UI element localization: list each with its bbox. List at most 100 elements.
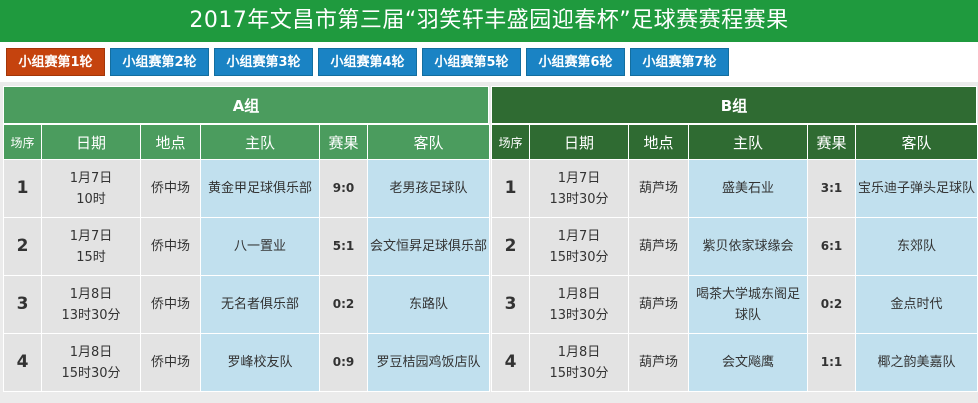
table-row: 3 1月8日 13时30分 葫芦场 喝茶大学城东阁足球队 0:2 金点时代 [491, 275, 978, 334]
match-score: 9:0 [319, 159, 368, 218]
col-venue: 地点 [140, 124, 201, 160]
group-a-table: 场序 日期 地点 主队 赛果 客队 1 1月7日 10时 侨中场 黄金甲足球俱乐部… [3, 124, 490, 392]
home-team: 八一置业 [200, 217, 320, 276]
page-title: 2017年文昌市第三届“羽笑轩丰盛园迎春杯”足球赛赛程赛果 [0, 0, 978, 42]
match-date: 1月7日 [557, 228, 601, 244]
match-score: 3:1 [807, 159, 856, 218]
match-time: 15时30分 [549, 249, 609, 265]
col-date: 日期 [41, 124, 141, 160]
tab-round-7[interactable]: 小组赛第7轮 [630, 48, 729, 76]
home-team: 无名者俱乐部 [200, 275, 320, 334]
match-date: 1月7日 [69, 170, 113, 186]
group-b-title: B组 [491, 86, 977, 124]
match-time: 15时30分 [549, 365, 609, 381]
match-seq: 4 [3, 333, 42, 392]
group-b-table: 场序 日期 地点 主队 赛果 客队 1 1月7日 13时30分 葫芦场 盛美石业 … [491, 124, 978, 392]
table-row: 2 1月7日 15时 侨中场 八一置业 5:1 会文恒昇足球俱乐部 [3, 217, 490, 276]
match-score: 0:2 [319, 275, 368, 334]
schedule-page: 2017年文昌市第三届“羽笑轩丰盛园迎春杯”足球赛赛程赛果 小组赛第1轮 小组赛… [0, 0, 978, 403]
match-score: 6:1 [807, 217, 856, 276]
tab-round-2[interactable]: 小组赛第2轮 [110, 48, 209, 76]
table-row: 1 1月7日 10时 侨中场 黄金甲足球俱乐部 9:0 老男孩足球队 [3, 159, 490, 218]
match-seq: 3 [491, 275, 530, 334]
home-team: 黄金甲足球俱乐部 [200, 159, 320, 218]
col-venue: 地点 [628, 124, 689, 160]
match-time: 13时30分 [61, 307, 121, 323]
match-date: 1月7日 [557, 170, 601, 186]
col-score: 赛果 [807, 124, 856, 160]
col-home: 主队 [688, 124, 808, 160]
col-home: 主队 [200, 124, 320, 160]
match-seq: 4 [491, 333, 530, 392]
away-team: 罗豆桔园鸡饭店队 [367, 333, 490, 392]
col-date: 日期 [529, 124, 629, 160]
away-team: 椰之韵美嘉队 [855, 333, 978, 392]
away-team: 会文恒昇足球俱乐部 [367, 217, 490, 276]
tab-round-3[interactable]: 小组赛第3轮 [214, 48, 313, 76]
match-score: 1:1 [807, 333, 856, 392]
match-seq: 2 [3, 217, 42, 276]
away-team: 金点时代 [855, 275, 978, 334]
home-team: 喝茶大学城东阁足球队 [688, 275, 808, 334]
away-team: 老男孩足球队 [367, 159, 490, 218]
home-team: 罗峰校友队 [200, 333, 320, 392]
col-away: 客队 [855, 124, 978, 160]
match-datetime: 1月7日 15时 [41, 217, 141, 276]
match-datetime: 1月8日 15时30分 [41, 333, 141, 392]
tab-round-4[interactable]: 小组赛第4轮 [318, 48, 417, 76]
match-seq: 3 [3, 275, 42, 334]
match-datetime: 1月8日 13时30分 [529, 275, 629, 334]
table-header-row: 场序 日期 地点 主队 赛果 客队 [3, 124, 490, 160]
away-team: 东路队 [367, 275, 490, 334]
match-date: 1月7日 [69, 228, 113, 244]
match-venue: 葫芦场 [628, 333, 689, 392]
match-score: 5:1 [319, 217, 368, 276]
match-date: 1月8日 [69, 286, 113, 302]
match-seq: 1 [3, 159, 42, 218]
match-datetime: 1月7日 10时 [41, 159, 141, 218]
table-header-row: 场序 日期 地点 主队 赛果 客队 [491, 124, 978, 160]
match-score: 0:9 [319, 333, 368, 392]
match-seq: 2 [491, 217, 530, 276]
match-datetime: 1月7日 15时30分 [529, 217, 629, 276]
table-row: 4 1月8日 15时30分 侨中场 罗峰校友队 0:9 罗豆桔园鸡饭店队 [3, 333, 490, 392]
group-a-panel: A组 场序 日期 地点 主队 赛果 客队 1 1月7日 10时 侨中场 黄金甲足… [3, 86, 490, 392]
match-time: 15时 [76, 249, 106, 265]
match-datetime: 1月8日 13时30分 [41, 275, 141, 334]
match-date: 1月8日 [557, 344, 601, 360]
match-score: 0:2 [807, 275, 856, 334]
match-venue: 葫芦场 [628, 217, 689, 276]
match-venue: 葫芦场 [628, 159, 689, 218]
table-row: 3 1月8日 13时30分 侨中场 无名者俱乐部 0:2 东路队 [3, 275, 490, 334]
home-team: 紫贝依家球缘会 [688, 217, 808, 276]
match-venue: 侨中场 [140, 217, 201, 276]
match-time: 13时30分 [549, 307, 609, 323]
table-row: 2 1月7日 15时30分 葫芦场 紫贝依家球缘会 6:1 东郊队 [491, 217, 978, 276]
round-tabs: 小组赛第1轮 小组赛第2轮 小组赛第3轮 小组赛第4轮 小组赛第5轮 小组赛第6… [0, 42, 978, 82]
match-seq: 1 [491, 159, 530, 218]
col-score: 赛果 [319, 124, 368, 160]
match-date: 1月8日 [69, 344, 113, 360]
home-team: 盛美石业 [688, 159, 808, 218]
match-date: 1月8日 [557, 286, 601, 302]
match-datetime: 1月7日 13时30分 [529, 159, 629, 218]
tab-round-1[interactable]: 小组赛第1轮 [6, 48, 105, 76]
tab-round-5[interactable]: 小组赛第5轮 [422, 48, 521, 76]
home-team: 会文飚鹰 [688, 333, 808, 392]
col-away: 客队 [367, 124, 490, 160]
group-b-panel: B组 场序 日期 地点 主队 赛果 客队 1 1月7日 13时30分 葫芦场 盛… [491, 86, 978, 392]
match-venue: 侨中场 [140, 333, 201, 392]
match-time: 15时30分 [61, 365, 121, 381]
match-datetime: 1月8日 15时30分 [529, 333, 629, 392]
col-seq: 场序 [3, 124, 42, 160]
away-team: 宝乐迪子弹头足球队 [855, 159, 978, 218]
tab-round-6[interactable]: 小组赛第6轮 [526, 48, 625, 76]
match-time: 13时30分 [549, 191, 609, 207]
match-venue: 葫芦场 [628, 275, 689, 334]
col-seq: 场序 [491, 124, 530, 160]
table-row: 1 1月7日 13时30分 葫芦场 盛美石业 3:1 宝乐迪子弹头足球队 [491, 159, 978, 218]
group-a-title: A组 [3, 86, 489, 124]
match-venue: 侨中场 [140, 159, 201, 218]
match-venue: 侨中场 [140, 275, 201, 334]
match-time: 10时 [76, 191, 106, 207]
